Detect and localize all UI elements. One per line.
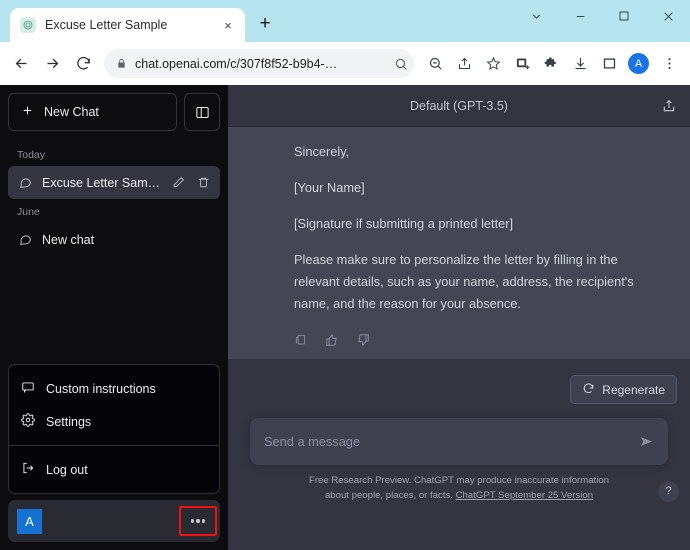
menu-item-label: Settings bbox=[46, 414, 92, 429]
version-link[interactable]: ChatGPT September 25 Version bbox=[456, 490, 593, 501]
gear-icon bbox=[21, 413, 35, 430]
browser-tab-title: Excuse Letter Sample bbox=[45, 18, 168, 32]
footer-line-1: Free Research Preview. ChatGPT may produ… bbox=[308, 475, 610, 486]
chat-footer: Free Research Preview. ChatGPT may produ… bbox=[228, 465, 690, 514]
group-label-today: Today bbox=[17, 149, 46, 161]
message-actions bbox=[228, 329, 690, 349]
copy-icon[interactable] bbox=[294, 333, 308, 347]
new-tab-button[interactable]: + bbox=[252, 11, 278, 37]
lock-icon bbox=[116, 58, 127, 69]
plus-icon bbox=[21, 104, 34, 120]
menu-item-settings[interactable]: Settings bbox=[9, 405, 219, 438]
conversation-item-new-chat[interactable]: New chat bbox=[8, 223, 220, 256]
menu-item-label: Log out bbox=[46, 462, 88, 477]
message-paragraph: [Signature if submitting a printed lette… bbox=[294, 216, 514, 231]
message-list: Sincerely, [Your Name] [Signature if sub… bbox=[228, 127, 690, 550]
share-page-icon[interactable] bbox=[451, 50, 478, 77]
trash-icon[interactable] bbox=[195, 176, 211, 189]
thumbs-up-icon[interactable] bbox=[325, 333, 339, 347]
thumbs-down-icon[interactable] bbox=[356, 333, 370, 347]
close-icon[interactable] bbox=[646, 0, 690, 32]
regenerate-button[interactable]: Regenerate bbox=[570, 375, 677, 404]
downloads-icon[interactable] bbox=[567, 50, 594, 77]
account-popup-menu: Custom instructions Settings Log out bbox=[8, 364, 220, 494]
conversation-title: Excuse Letter Sample bbox=[42, 175, 161, 190]
chat-bubble-icon bbox=[17, 233, 33, 246]
zoom-out-icon[interactable] bbox=[422, 50, 449, 77]
sidebar-top-row: New Chat bbox=[8, 93, 220, 131]
maximize-icon[interactable] bbox=[602, 0, 646, 32]
pencil-icon[interactable] bbox=[170, 176, 186, 189]
composer-region: Regenerate Free Research Preview. ChatGP… bbox=[228, 359, 690, 550]
browser-tab[interactable]: Excuse Letter Sample × bbox=[10, 8, 245, 42]
regenerate-row: Regenerate bbox=[228, 359, 690, 404]
sidebar-toggle-icon[interactable] bbox=[184, 93, 220, 131]
forward-arrow-icon[interactable] bbox=[38, 49, 67, 78]
model-selector-label[interactable]: Default (GPT-3.5) bbox=[410, 99, 508, 113]
message-paragraph: Sincerely, bbox=[294, 144, 350, 159]
help-button[interactable]: ? bbox=[658, 480, 679, 502]
logout-icon bbox=[21, 461, 35, 478]
ellipsis-icon[interactable] bbox=[179, 506, 217, 536]
group-label-june: June bbox=[17, 206, 40, 218]
dot bbox=[202, 519, 206, 523]
browser-profile-avatar[interactable]: A bbox=[628, 53, 649, 74]
minimize-icon[interactable] bbox=[558, 0, 602, 32]
chat-main: Default (GPT-3.5) Sincerely, [Your Name]… bbox=[228, 85, 690, 550]
message-paragraph: Please make sure to personalize the lett… bbox=[294, 252, 634, 311]
new-chat-button[interactable]: New Chat bbox=[8, 93, 177, 131]
conversation-title: New chat bbox=[42, 232, 95, 247]
conversation-list: Today Excuse Letter Sample June New chat bbox=[8, 143, 220, 364]
capture-icon[interactable] bbox=[509, 50, 536, 77]
chatgpt-favicon-icon bbox=[20, 17, 36, 33]
conversation-item-excuse-letter-sample[interactable]: Excuse Letter Sample bbox=[8, 166, 220, 199]
chat-sidebar: New Chat Today Excuse Letter Sample June… bbox=[0, 85, 228, 550]
menu-item-log-out[interactable]: Log out bbox=[9, 453, 219, 486]
speech-bubble-icon bbox=[21, 380, 35, 397]
chat-header: Default (GPT-3.5) bbox=[228, 85, 690, 127]
footer-text: about people, places, or facts. bbox=[324, 489, 456, 501]
bookmark-star-icon[interactable] bbox=[480, 50, 507, 77]
footer-line-2: about people, places, or facts. ChatGPT … bbox=[274, 489, 644, 504]
back-arrow-icon[interactable] bbox=[7, 49, 36, 78]
share-upload-icon[interactable] bbox=[661, 98, 677, 114]
message-paragraph: [Your Name] bbox=[294, 180, 365, 195]
regenerate-label: Regenerate bbox=[602, 382, 665, 397]
address-bar-url: chat.openai.com/c/307f8f52-b9b4-… bbox=[135, 56, 338, 71]
menu-group-primary: Custom instructions Settings bbox=[9, 365, 219, 445]
composer-wrapper bbox=[228, 404, 690, 465]
composer-box[interactable] bbox=[250, 418, 668, 465]
address-bar[interactable]: chat.openai.com/c/307f8f52-b9b4-… bbox=[104, 49, 414, 78]
dot bbox=[196, 519, 200, 523]
new-chat-label: New Chat bbox=[44, 105, 99, 119]
extensions-puzzle-icon[interactable] bbox=[538, 50, 565, 77]
assistant-message: Sincerely, [Your Name] [Signature if sub… bbox=[228, 127, 690, 359]
browser-window: Excuse Letter Sample × + chat.openai.com… bbox=[0, 0, 690, 550]
window-controls bbox=[514, 0, 690, 32]
menu-item-label: Custom instructions bbox=[46, 381, 156, 396]
dot bbox=[190, 519, 194, 523]
message-input[interactable] bbox=[264, 434, 639, 449]
send-arrow-icon[interactable] bbox=[639, 434, 654, 449]
refresh-icon bbox=[582, 382, 595, 398]
menu-group-secondary: Log out bbox=[9, 446, 219, 493]
kebab-menu-icon[interactable] bbox=[656, 50, 683, 77]
tab-close-icon[interactable]: × bbox=[219, 16, 237, 34]
page-content: New Chat Today Excuse Letter Sample June… bbox=[0, 85, 690, 550]
avatar: A bbox=[17, 508, 42, 534]
chevron-down-icon[interactable] bbox=[514, 0, 558, 32]
search-icon[interactable] bbox=[394, 57, 408, 71]
user-profile-row[interactable]: A bbox=[8, 500, 220, 542]
chat-bubble-icon bbox=[17, 176, 33, 189]
reload-icon[interactable] bbox=[69, 49, 98, 78]
menu-item-custom-instructions[interactable]: Custom instructions bbox=[9, 372, 219, 405]
side-panel-icon[interactable] bbox=[596, 50, 623, 77]
browser-toolbar: chat.openai.com/c/307f8f52-b9b4-… A bbox=[0, 42, 690, 85]
browser-titlebar: Excuse Letter Sample × + bbox=[0, 0, 690, 42]
assistant-message-body: Sincerely, [Your Name] [Signature if sub… bbox=[228, 141, 690, 315]
